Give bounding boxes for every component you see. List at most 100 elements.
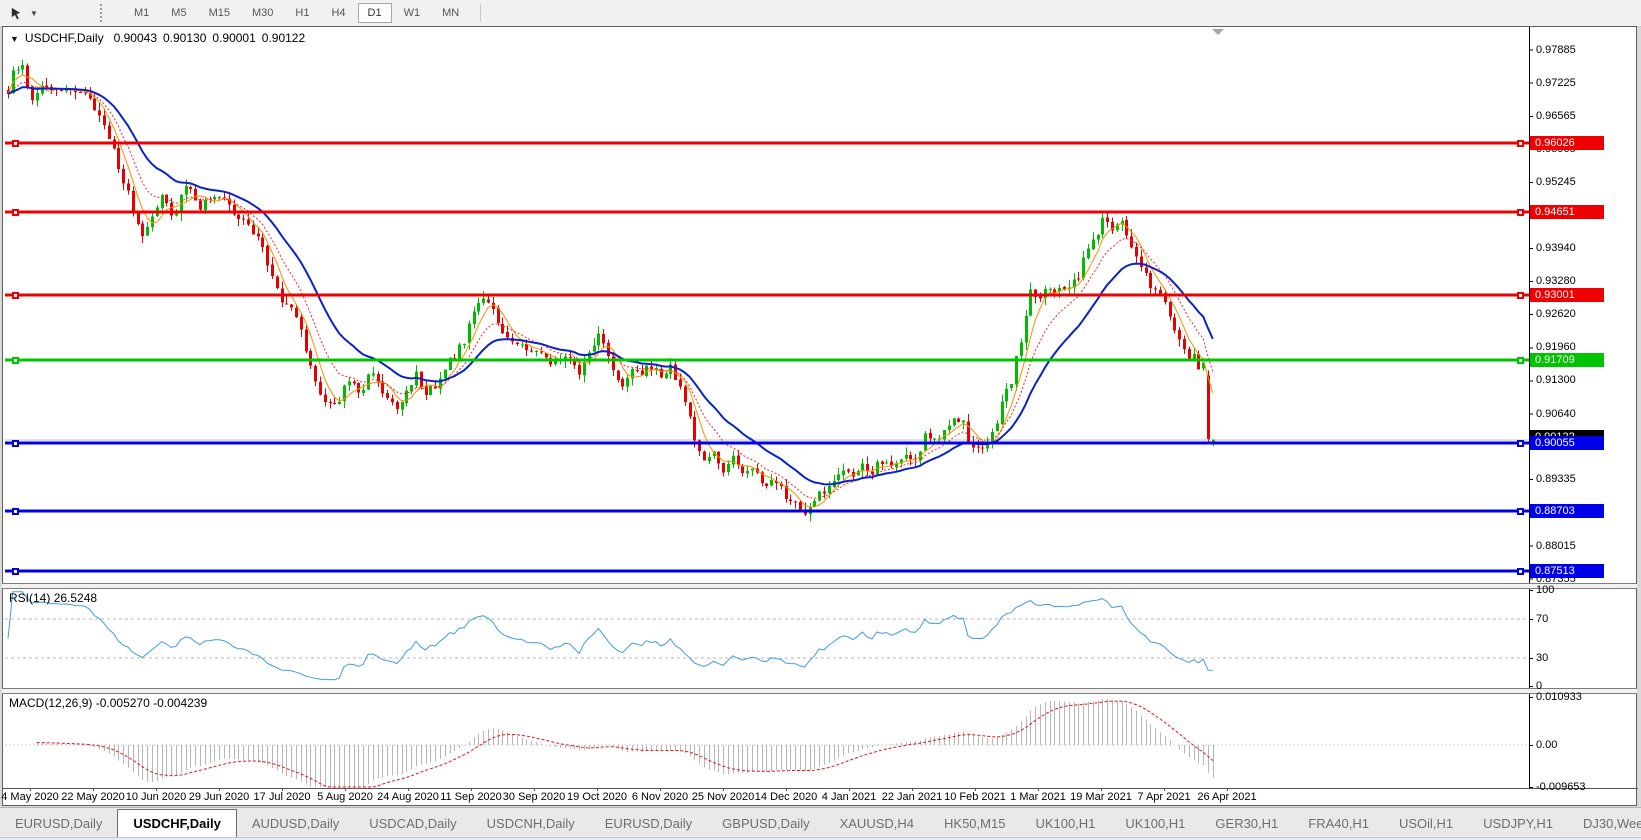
candle-body [204, 199, 207, 210]
candle-body [521, 344, 524, 346]
chart-shift-marker[interactable] [1212, 29, 1224, 35]
candle-body [1140, 256, 1143, 267]
candle-body [953, 418, 956, 426]
tab-dj30-weekly-15[interactable]: DJ30,Weekly [1568, 808, 1641, 838]
candle-body [957, 418, 960, 422]
candle-body [684, 386, 687, 402]
moving-average-ema10 [7, 81, 1214, 499]
panel-splitter-rsi-macd[interactable] [2, 688, 1637, 694]
candle-body [333, 402, 336, 404]
candle-body [1082, 257, 1085, 279]
candle-body [257, 233, 260, 237]
price-tick-label: 0.89335 [1536, 473, 1576, 486]
candle-body [434, 386, 437, 388]
candle-body [597, 333, 600, 346]
date-label: 5 Aug 2020 [317, 791, 373, 803]
candle-body [554, 361, 557, 364]
candle-body [1039, 296, 1042, 299]
candle-body [189, 186, 192, 189]
candle-body [929, 432, 932, 439]
candle-body [665, 373, 668, 378]
candle-body [98, 110, 101, 116]
macd-signal-line [36, 700, 1214, 788]
ohlc-close: 0.90122 [261, 31, 306, 45]
candle-body [1154, 288, 1157, 290]
line-marker-dot [14, 510, 17, 513]
tab-xauusd-h4-7[interactable]: XAUUSD,H4 [825, 808, 929, 838]
candle-body [271, 264, 274, 277]
candle-body [525, 344, 528, 351]
tab-usdjpy-h1-14[interactable]: USDJPY,H1 [1468, 808, 1568, 838]
candle-body [770, 480, 773, 486]
candle-body [1183, 338, 1186, 349]
candle-body [789, 499, 792, 502]
tab-usoil-h1-13[interactable]: USOil,H1 [1384, 808, 1468, 838]
candle-body [132, 191, 135, 212]
tab-hk50-m15-8[interactable]: HK50,M15 [929, 808, 1020, 838]
candle-body [362, 389, 365, 393]
price-tick-label: 0.97885 [1536, 43, 1576, 56]
candle-body [146, 227, 149, 236]
candle-body [458, 344, 461, 359]
price-line-label: 0.94651 [1530, 205, 1604, 220]
candle-body [185, 185, 188, 195]
date-label: 10 Jun 2020 [125, 791, 187, 803]
candle-body [348, 381, 351, 386]
tab-ger30-h1-11[interactable]: GER30,H1 [1200, 808, 1293, 838]
price-tick-label: 0.91300 [1536, 374, 1576, 387]
date-label: 24 Aug 2020 [377, 791, 439, 803]
candle-body [1106, 217, 1109, 222]
candle-body [1135, 246, 1138, 257]
candle-body [602, 333, 605, 344]
price-line-label: 0.93001 [1530, 288, 1604, 302]
candle-body [108, 125, 111, 139]
tab-eurusd-daily-0[interactable]: EURUSD,Daily [0, 808, 117, 838]
candle-body [405, 390, 408, 403]
candle-body [689, 402, 692, 417]
tab-uk100-h1-9[interactable]: UK100,H1 [1020, 808, 1110, 838]
chart-canvas[interactable] [0, 0, 1641, 840]
candle-body [708, 456, 711, 462]
candle-body [151, 216, 154, 227]
price-line-label: 0.88703 [1530, 503, 1604, 518]
macd-tick-label: 0.00 [1536, 739, 1558, 751]
tab-audusd-daily-2[interactable]: AUDUSD,Daily [237, 808, 354, 838]
tab-fra40-h1-12[interactable]: FRA40,H1 [1293, 808, 1384, 838]
line-marker-dot [14, 294, 17, 297]
date-label: 4 Jan 2021 [821, 791, 877, 803]
date-label: 4 May 2020 [1, 791, 59, 803]
chart-tab-bar: EURUSD,Daily USDCHF,Daily AUDUSD,Daily USDC… [0, 807, 1641, 838]
candle-body [501, 323, 504, 333]
candle-body [1010, 383, 1013, 389]
candle-body [401, 402, 404, 410]
candle-body [103, 115, 106, 126]
candle-body [1178, 330, 1181, 340]
panel-splitter-main-rsi[interactable] [2, 583, 1637, 589]
date-label: 29 Jun 2020 [188, 791, 250, 803]
candle-body [741, 466, 744, 474]
date-label: 25 Nov 2020 [691, 791, 755, 803]
candle-body [127, 183, 130, 191]
chart-symbol-label: USDCHF,Daily [24, 31, 104, 45]
candle-body [1197, 354, 1200, 370]
tab-usdcad-daily-3[interactable]: USDCAD,Daily [354, 808, 471, 838]
tab-usdcnh-daily-4[interactable]: USDCNH,Daily [472, 808, 590, 838]
candle-body [79, 92, 82, 94]
chart-title-caret-icon[interactable]: ▼ [10, 34, 19, 44]
candle-body [871, 471, 874, 475]
tab-eurusd-daily-5[interactable]: EURUSD,Daily [590, 808, 707, 838]
tab-gbpusd-daily-6[interactable]: GBPUSD,Daily [707, 808, 824, 838]
rsi-value: 26.5248 [53, 591, 98, 605]
line-marker-dot [1519, 570, 1522, 573]
price-line-label: 0.96026 [1530, 136, 1604, 150]
candle-body [837, 474, 840, 481]
candle-body [626, 378, 629, 387]
candle-body [21, 64, 24, 70]
candle-body [1159, 290, 1162, 294]
line-marker-dot [14, 142, 17, 145]
tab-uk100-h1-10[interactable]: UK100,H1 [1110, 808, 1200, 838]
line-marker-dot [14, 211, 17, 214]
candle-body [1001, 401, 1004, 425]
tab-usdchf-daily-1[interactable]: USDCHF,Daily [117, 809, 237, 838]
candle-body [578, 364, 581, 375]
